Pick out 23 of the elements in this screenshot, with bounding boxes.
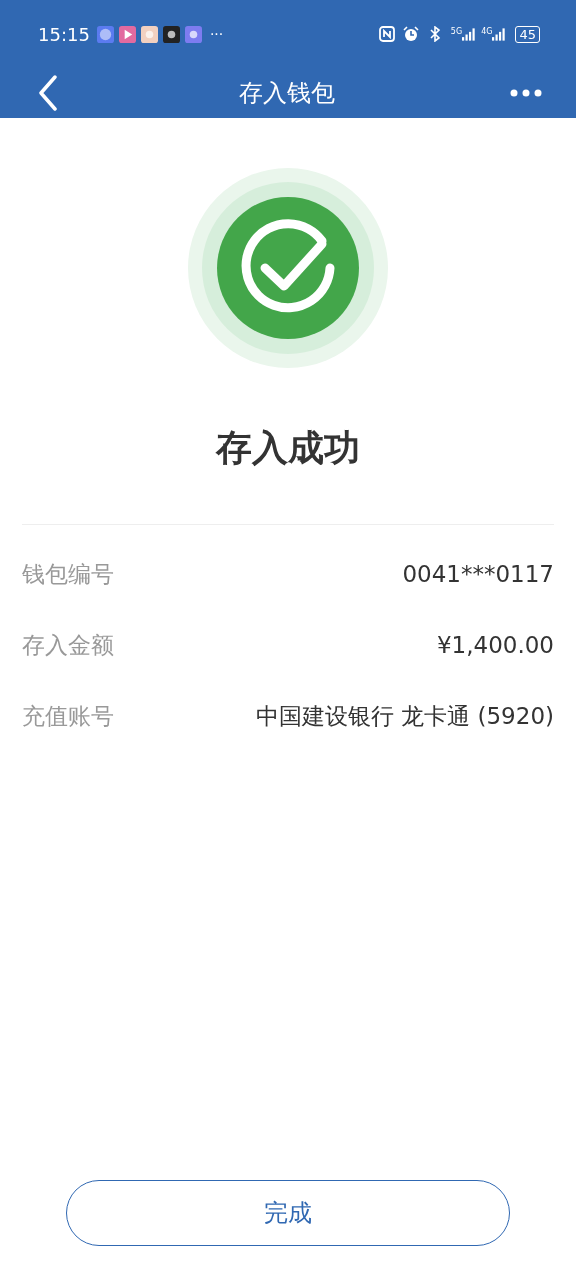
result-title: 存入成功 (216, 426, 360, 470)
page-title: 存入钱包 (239, 78, 335, 109)
network-label: 4G (481, 27, 493, 36)
alarm-icon (402, 26, 419, 42)
status-time: 15:15 (38, 23, 90, 45)
detail-value: 中国建设银行 龙卡通 (5920) (255, 701, 554, 731)
detail-value: 0041***0117 (402, 561, 554, 587)
battery-level: 45 (515, 25, 540, 43)
app-notification-icon (140, 25, 158, 43)
app-notification-icon (118, 25, 136, 43)
detail-label: 存入金额 (22, 630, 114, 660)
app-notification-icon (96, 25, 114, 43)
detail-label: 钱包编号 (22, 559, 114, 589)
app-notification-icon (184, 25, 202, 43)
more-notifications: ··· (209, 26, 224, 42)
signal-icon (492, 27, 507, 41)
signal-icon (462, 27, 477, 41)
detail-label: 充值账号 (22, 701, 114, 731)
detail-value: ¥1,400.00 (436, 632, 554, 658)
done-button[interactable]: 完成 (66, 1180, 510, 1246)
app-notification-icon (162, 25, 180, 43)
nfc-icon (378, 26, 395, 42)
network-label: 5G (450, 27, 463, 36)
